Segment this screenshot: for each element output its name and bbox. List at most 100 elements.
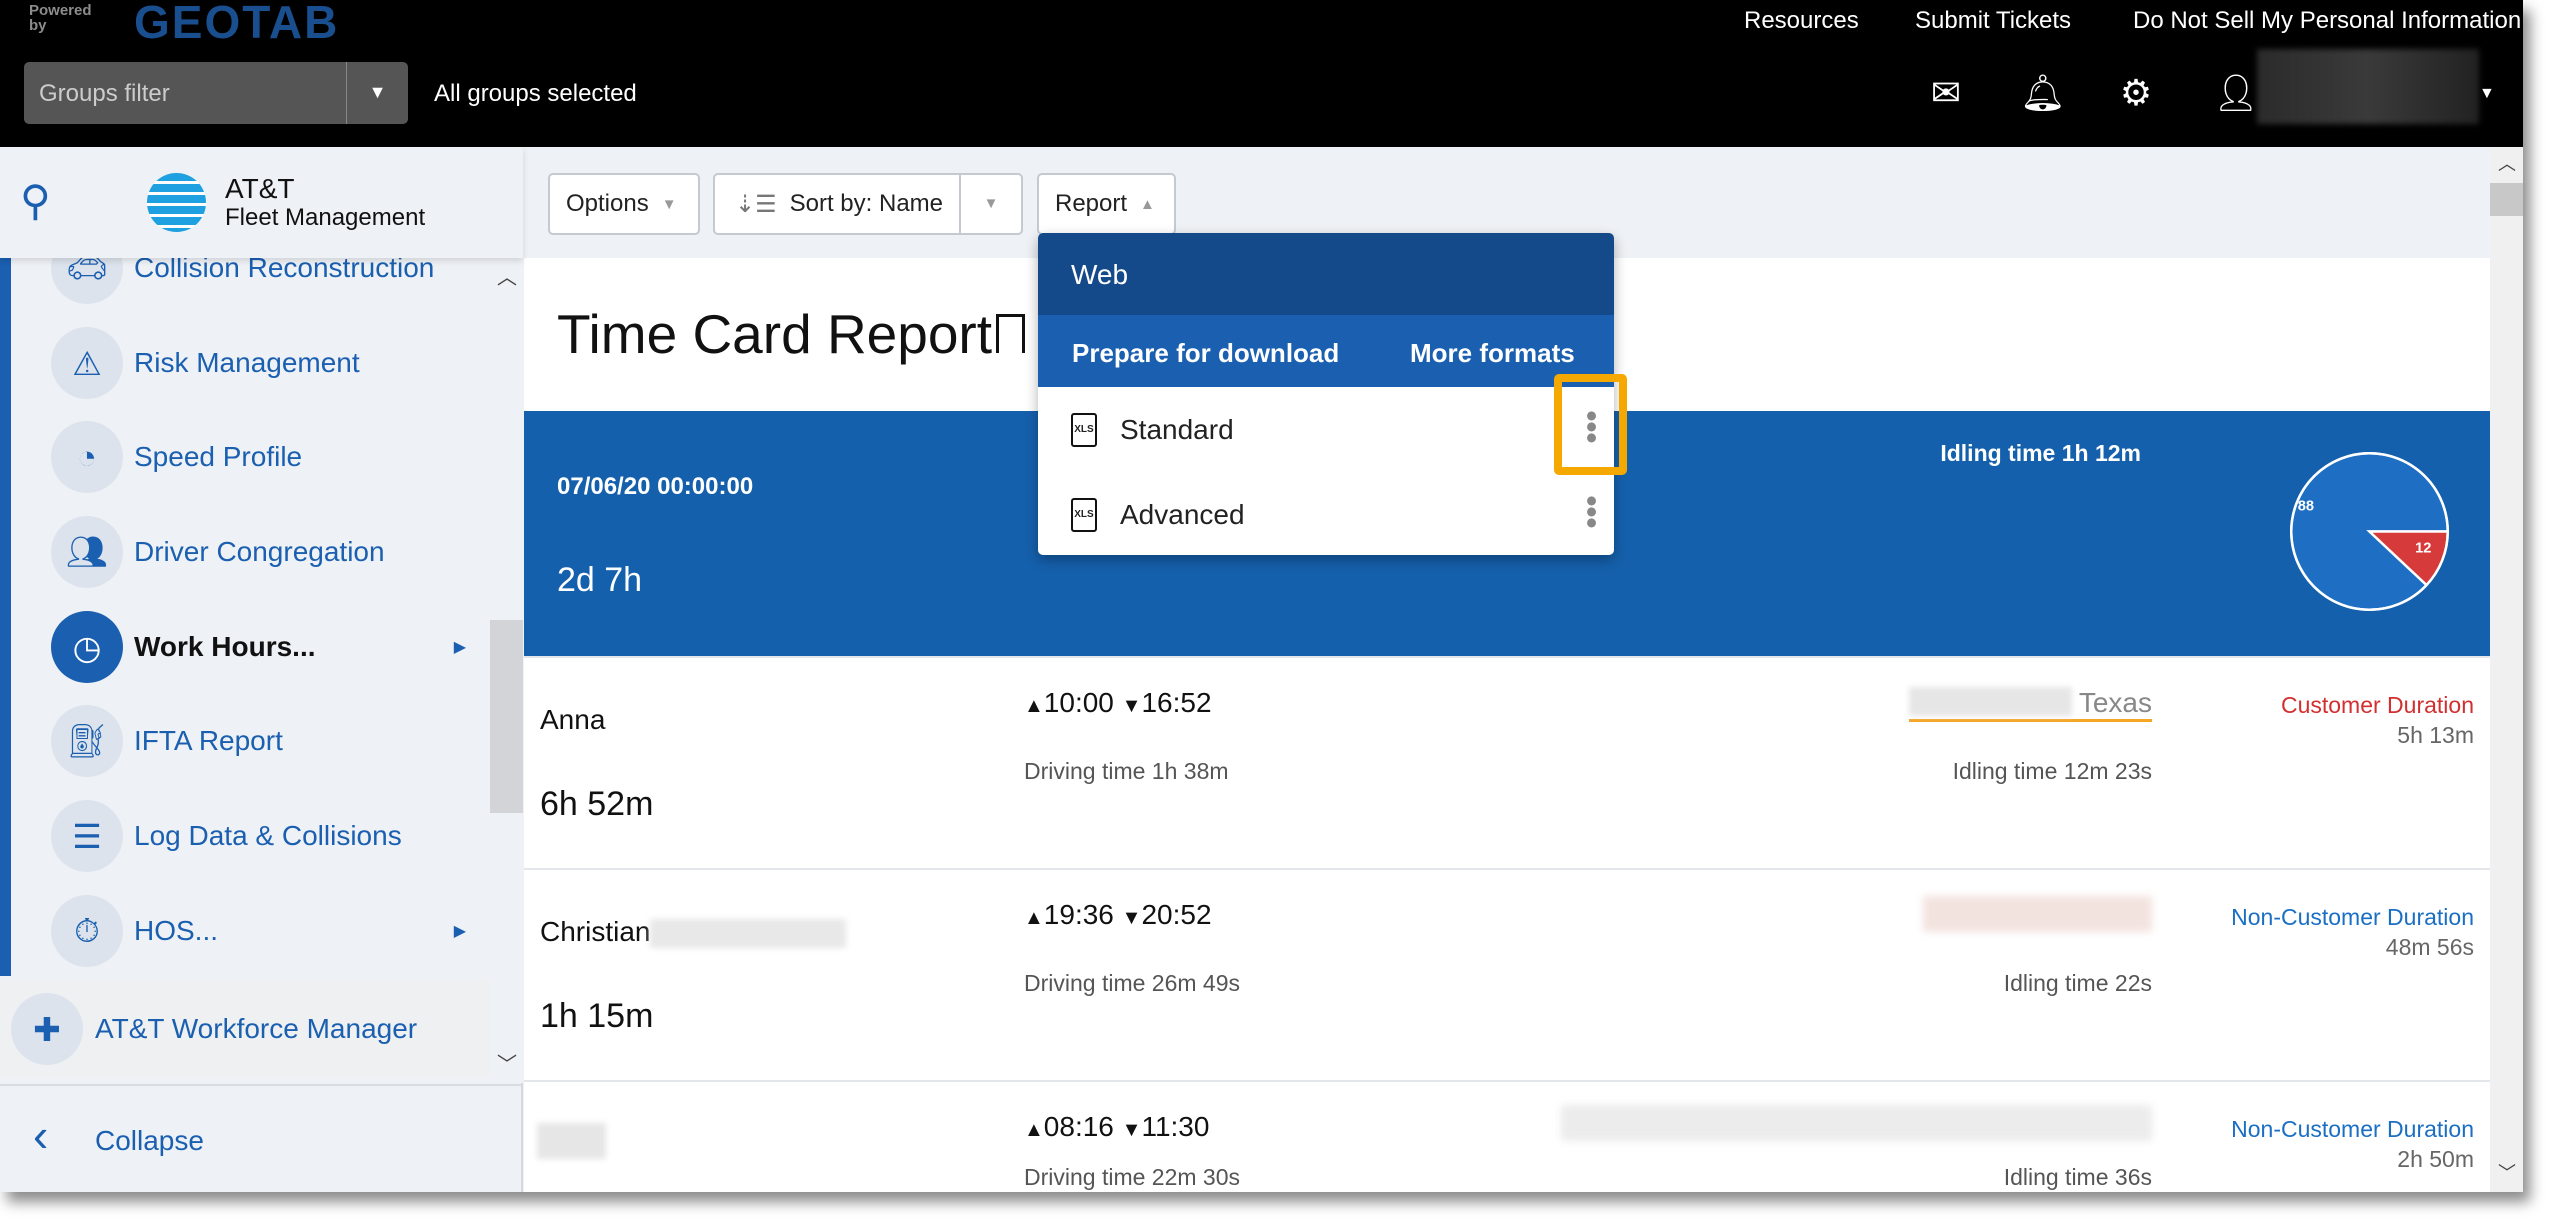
report-button[interactable]: Report ▲: [1037, 173, 1176, 235]
arrow-down-icon: ▼: [1121, 1119, 1142, 1141]
arrow-up-icon: ▲: [1024, 695, 1044, 717]
duration-type: Customer Duration: [2280, 692, 2474, 718]
menu-item-advanced[interactable]: XLS Advanced • • •: [1038, 472, 1614, 555]
page-title: Time Card Report: [557, 303, 993, 365]
more-formats-tab[interactable]: More formats: [1410, 338, 1575, 369]
groups-filter[interactable]: Groups filter ▼: [24, 62, 408, 124]
duration-type-value: 2h 50m: [2397, 1146, 2474, 1172]
table-row[interactable]: ▲08:16 ▼11:30 Driving time 22m 30s Idlin…: [524, 1080, 2490, 1192]
table-row[interactable]: Christian 1h 15m ▲19:36 ▼20:52 Driving t…: [524, 868, 2490, 1080]
sidebar: ⚲ AT&T Fleet Management 🚗︎ Collision Reco…: [0, 147, 523, 1192]
caret-down-icon[interactable]: ▼: [959, 175, 1021, 233]
sidebar-item-workforce-manager[interactable]: ✚ AT&T Workforce Manager: [0, 980, 490, 1078]
clock-icon: ◷: [51, 611, 123, 683]
total-idling: Idling time 1h 12m: [1940, 440, 2141, 466]
scroll-up-icon[interactable]: ︿: [2498, 150, 2516, 176]
sidebar-item-driver-congregation[interactable]: 👥︎ Driver Congregation: [51, 516, 476, 588]
expand-arrow-icon: ▶: [453, 923, 466, 940]
fuel-can-icon: ⛽︎: [51, 705, 123, 777]
total-duration: 2d 7h: [557, 561, 643, 599]
duration-type: Non-Customer Duration: [2231, 904, 2474, 930]
chevron-down-icon[interactable]: ▼: [346, 62, 408, 124]
scroll-up-icon[interactable]: ︿: [497, 261, 517, 290]
sidebar-item-work-hours[interactable]: ◷ Work Hours... ▶: [51, 611, 476, 683]
active-section-strip: [0, 258, 11, 976]
mail-icon[interactable]: ✉: [1925, 72, 1967, 114]
sidebar-item-ifta-report[interactable]: ⛽︎ IFTA Report: [51, 705, 476, 777]
start-end-times: ▲08:16 ▼11:30: [1024, 1111, 1210, 1142]
driver-name: Anna: [540, 704, 606, 735]
caret-up-icon: ▲: [1140, 195, 1155, 213]
driving-time: Driving time 1h 38m: [1024, 758, 1229, 784]
submit-tickets-link[interactable]: Submit Tickets: [1915, 7, 2071, 35]
bookmark-icon[interactable]: [996, 314, 1025, 353]
table-row[interactable]: Anna 6h 52m ▲10:00 ▼16:52 Driving time 1…: [524, 656, 2490, 868]
scroll-down-icon[interactable]: ﹀: [2498, 1159, 2516, 1185]
location-redacted[interactable]: [1561, 1105, 2152, 1141]
pie-label-88: 88: [2298, 498, 2314, 514]
resources-link[interactable]: Resources: [1744, 7, 1859, 35]
arrow-down-icon: ▼: [1121, 907, 1142, 929]
att-globe-logo: [147, 173, 206, 232]
start-end-times: ▲10:00 ▼16:52: [1024, 687, 1212, 718]
sidebar-item-log-data[interactable]: ☰ Log Data & Collisions: [51, 800, 476, 872]
location-redacted[interactable]: [1923, 896, 2152, 932]
sidebar-item-hos[interactable]: ⏱︎ HOS... ▶: [51, 895, 476, 967]
arrow-up-icon: ▲: [1024, 907, 1044, 929]
stopwatch-icon: ⏱︎: [51, 895, 123, 967]
brand-line2: Fleet Management: [225, 204, 426, 231]
sidebar-item-speed-profile[interactable]: ◔ Speed Profile: [51, 421, 476, 493]
menu-item-web[interactable]: Web: [1038, 233, 1614, 315]
geotab-logo: GEOTAB: [134, 0, 340, 48]
duration-type-value: 5h 13m: [2397, 722, 2474, 748]
groups-filter-input[interactable]: Groups filter: [24, 62, 346, 124]
driving-time: Driving time 22m 30s: [1024, 1164, 1241, 1190]
menu-item-standard[interactable]: XLS Standard • • •: [1038, 387, 1614, 472]
main-scrollbar[interactable]: ︿ ﹀: [2490, 147, 2523, 1192]
idling-time: Idling time 22s: [2003, 970, 2152, 996]
bell-icon[interactable]: 🔔︎: [2020, 72, 2066, 114]
do-not-sell-link[interactable]: Do Not Sell My Personal Information: [2133, 7, 2521, 35]
location[interactable]: Texas: [1908, 687, 2152, 722]
people-pin-icon: 👥︎: [51, 516, 123, 588]
options-button[interactable]: Options ▼: [548, 173, 700, 235]
driving-time: Driving time 26m 49s: [1024, 970, 1241, 996]
sidebar-header: ⚲ AT&T Fleet Management: [0, 147, 523, 258]
speedometer-icon: ◔: [51, 421, 123, 493]
scrollbar-thumb[interactable]: [2490, 183, 2523, 216]
collapse-button[interactable]: ‹ Collapse: [0, 1084, 521, 1192]
idling-pie-chart: 88 12: [2290, 452, 2449, 611]
prepare-for-download-tab[interactable]: Prepare for download: [1072, 338, 1339, 369]
user-menu-caret-icon[interactable]: ▼: [2479, 85, 2495, 103]
report-dropdown-menu: Web Prepare for download More formats XL…: [1038, 233, 1614, 555]
report-date: 07/06/20 00:00:00: [557, 473, 754, 500]
search-icon[interactable]: ⚲: [20, 176, 51, 225]
scrollbar-thumb[interactable]: [490, 620, 523, 813]
start-end-times: ▲19:36 ▼20:52: [1024, 899, 1212, 930]
idling-time: Idling time 36s: [2003, 1164, 2152, 1190]
scroll-down-icon[interactable]: ﹀: [497, 1048, 517, 1077]
driver-name: Christian: [540, 916, 847, 949]
location-redacted: [1908, 687, 2072, 716]
idling-time: Idling time 12m 23s: [1952, 758, 2152, 784]
xls-file-icon: XLS: [1071, 497, 1097, 532]
xls-file-icon: XLS: [1071, 412, 1097, 447]
powered-by-label: Powered by: [29, 2, 92, 34]
log-warning-icon: ☰: [51, 800, 123, 872]
sidebar-scrollbar[interactable]: ︿ ﹀: [490, 258, 523, 1083]
risk-chart-icon: ⚠: [51, 327, 123, 399]
sort-by-dropdown[interactable]: ⇣☰ Sort by: Name ▼: [713, 173, 1023, 235]
name-redacted: [537, 1123, 606, 1159]
arrow-down-icon: ▼: [1121, 695, 1142, 717]
work-duration: 1h 15m: [540, 997, 654, 1035]
groups-status: All groups selected: [434, 80, 637, 107]
highlight-box: [1554, 374, 1627, 475]
user-icon[interactable]: 👤︎: [2213, 72, 2259, 114]
sidebar-item-risk-management[interactable]: ⚠ Risk Management: [51, 327, 476, 399]
user-name-redacted[interactable]: [2257, 49, 2479, 124]
gear-icon[interactable]: ⚙: [2115, 72, 2157, 114]
chevron-left-icon: ‹: [33, 1109, 49, 1161]
top-bar: Powered by GEOTAB Groups filter ▼ All gro…: [0, 0, 2523, 147]
arrow-up-icon: ▲: [1024, 1119, 1044, 1141]
more-options-icon[interactable]: • • •: [1585, 484, 1598, 539]
